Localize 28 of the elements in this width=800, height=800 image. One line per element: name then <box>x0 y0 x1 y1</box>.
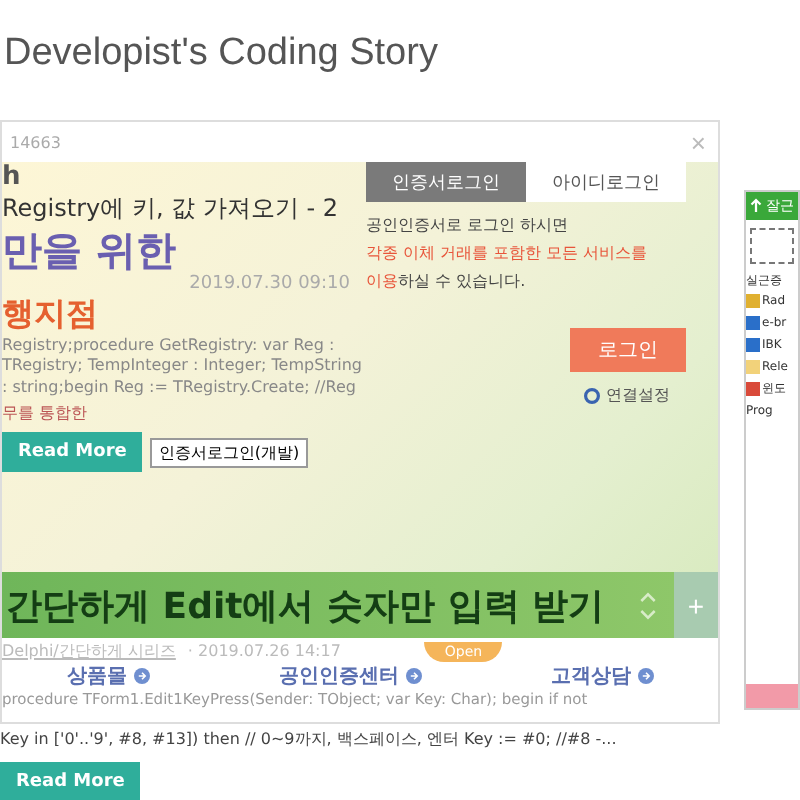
login-text: 공인인증서로 로그인 하시면 <box>366 214 569 236</box>
menu-item[interactable]: 고객상담 <box>551 662 631 690</box>
login-text: 각종 이체 거래를 포함한 모든 서비스를 <box>366 242 648 264</box>
arrow-icon <box>133 668 149 684</box>
arrow-icon <box>637 668 653 684</box>
menu-item[interactable]: 공인인증센터 <box>279 662 399 690</box>
login-tab[interactable]: 인증서로그인 <box>366 162 526 202</box>
login-text: 이용하실 수 있습니다. <box>366 270 526 292</box>
blog-title[interactable]: Developist's Coding Story <box>4 32 438 76</box>
panel-footer <box>746 684 798 708</box>
window-title: 14663 <box>10 133 61 151</box>
arrow-icon <box>405 668 421 684</box>
banner-text: 행지점 <box>2 294 98 336</box>
login-tab[interactable]: 아이디로그인 <box>526 162 686 202</box>
settings-link[interactable]: 연결설정 <box>606 384 670 406</box>
input-field[interactable] <box>750 228 794 264</box>
banner-text: 무를 통합한 <box>2 402 88 425</box>
banner-slogan: 만을 위한 <box>2 226 176 274</box>
post-excerpt: Key in ['0'..'9', #8, #13]) then // 0~9까지, 백스페이스, 엔터 Key := #0; //#8 -... <box>0 728 617 750</box>
arrow-icon <box>750 198 762 214</box>
menu-item[interactable]: 상품몰 <box>67 662 127 690</box>
post-title[interactable]: Registry에 키, 값 가져오기 - 2 <box>2 192 338 226</box>
post-title[interactable]: 간단하게 Edit에서 숫자만 입력 받기 <box>2 581 638 629</box>
post-date: 2019.07.30 09:10 <box>189 274 352 294</box>
banner-text: h <box>2 162 21 192</box>
post-excerpt: Registry;procedure GetRegistry: var Reg : TRegistry; TempInteger : Integer; TempString : string;begin Reg := TRegistry.Create; //Reg <box>2 336 362 399</box>
tooltip: 인증서로그인(개발) <box>150 437 308 468</box>
post-date: · 2019.07.26 14:17 <box>187 642 341 660</box>
